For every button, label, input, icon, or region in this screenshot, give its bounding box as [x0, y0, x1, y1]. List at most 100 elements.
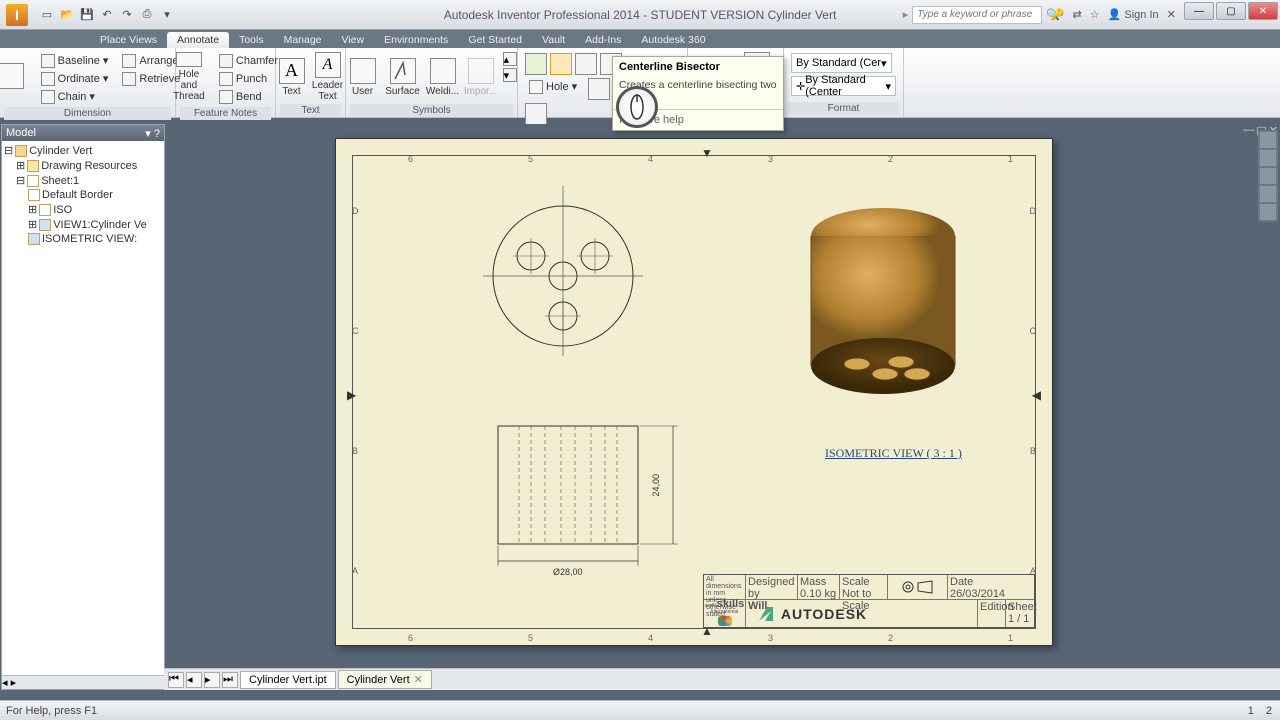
doc-tab-ipt[interactable]: Cylinder Vert.ipt — [240, 671, 336, 689]
drawing-canvas[interactable]: — ◱ ✕ 6 5 4 3 2 1 D C B A D C B A — [165, 124, 1280, 690]
baseline-button[interactable]: Baseline▾ — [37, 52, 113, 69]
tab-environments[interactable]: Environments — [374, 32, 458, 48]
tree-item-iso[interactable]: ⊞ISO — [4, 202, 162, 217]
surface-button[interactable]: Surface — [383, 50, 423, 104]
qat-redo-icon[interactable]: ↷ — [118, 6, 136, 24]
panel-close-icon[interactable]: ▾ ? — [145, 127, 160, 140]
chamfer-button[interactable]: Chamfer — [215, 52, 282, 69]
vp-minimize-icon[interactable]: — — [1243, 124, 1254, 137]
doc-tab-drawing[interactable]: Cylinder Vert ✕ — [338, 670, 432, 689]
ribbon-tabs: Place Views Annotate Tools Manage View E… — [0, 30, 1280, 48]
minimize-button[interactable]: — — [1184, 2, 1214, 20]
centerline-bisector-icon[interactable] — [550, 53, 572, 75]
close-button[interactable]: ✕ — [1248, 2, 1278, 20]
tree-item-isoview[interactable]: ISOMETRIC VIEW: — [4, 232, 162, 246]
sketch-tool-1-icon[interactable] — [588, 78, 610, 100]
x-icon[interactable]: ✕ — [1167, 8, 1176, 21]
leader-text-button[interactable]: ALeader Text — [310, 50, 346, 104]
group-label: Text — [280, 104, 341, 117]
qat-save-icon[interactable]: 💾 — [78, 6, 96, 24]
tree-item-root[interactable]: ⊟Cylinder Vert — [4, 143, 162, 158]
maximize-button[interactable]: ▢ — [1216, 2, 1246, 20]
punch-button[interactable]: Punch — [215, 70, 282, 87]
tab-nav-last-icon[interactable]: ⏭ — [222, 672, 238, 688]
hole-thread-button[interactable]: Hole and Thread — [167, 50, 211, 104]
center-arrow-left-icon: ▶ — [347, 388, 356, 402]
expand-down-icon[interactable]: ▾ — [503, 68, 517, 82]
ordinate-button[interactable]: Ordinate▾ — [37, 70, 113, 87]
tab-place-views[interactable]: Place Views — [90, 32, 167, 48]
qat-new-icon[interactable]: ▭ — [38, 6, 56, 24]
orbit-icon[interactable] — [1260, 186, 1276, 202]
ruler-mark: B — [1030, 446, 1036, 456]
ruler-mark: 1 — [1008, 633, 1013, 643]
model-header[interactable]: Model▾ ? — [2, 125, 164, 141]
user-symbol-button[interactable]: User — [345, 50, 381, 104]
ruler-mark: 2 — [888, 154, 893, 164]
sketch-tool-4-icon[interactable] — [525, 103, 547, 125]
part-icon — [15, 145, 27, 157]
tree-item-sheet[interactable]: ⊟Sheet:1 — [4, 173, 162, 188]
style-dropdown[interactable]: ✛ By Standard (Center▾ — [791, 76, 896, 96]
tab-get-started[interactable]: Get Started — [458, 32, 532, 48]
tb-dims: All dimensions in mm unless otherwise st… — [704, 575, 746, 599]
tb-edition: Edition — [978, 600, 1006, 627]
centered-pattern-icon[interactable] — [575, 53, 597, 75]
tab-tools[interactable]: Tools — [229, 32, 274, 48]
tab-vault[interactable]: Vault — [532, 32, 575, 48]
qat-print-icon[interactable]: ⎙ — [138, 6, 156, 24]
key-icon[interactable]: 🔑 — [1051, 8, 1065, 21]
tab-addins[interactable]: Add-Ins — [575, 32, 631, 48]
panel-scrollbar[interactable]: ◂ ▸ — [2, 675, 164, 689]
iso-icon — [39, 204, 51, 216]
tab-annotate[interactable]: Annotate — [167, 32, 229, 48]
tab-nav-prev-icon[interactable]: ◂ — [186, 672, 202, 688]
link-icon[interactable]: ⇄ — [1073, 8, 1082, 21]
tb-designed: Designed byWill — [746, 575, 798, 599]
pan-icon[interactable] — [1260, 150, 1276, 166]
signin-button[interactable]: 👤 Sign In — [1108, 8, 1159, 21]
tab-nav-first-icon[interactable]: ⏮ — [168, 672, 184, 688]
expand-up-icon[interactable]: ▴ — [503, 52, 517, 66]
model-tree[interactable]: ⊟Cylinder Vert ⊞Drawing Resources ⊟Sheet… — [2, 141, 164, 675]
zoom-icon[interactable] — [1260, 168, 1276, 184]
search-input[interactable] — [912, 6, 1042, 24]
arrange-icon — [122, 54, 136, 68]
qat-undo-icon[interactable]: ↶ — [98, 6, 116, 24]
tab-manage[interactable]: Manage — [274, 32, 332, 48]
tree-item-border[interactable]: Default Border — [4, 188, 162, 202]
group-symbols: User Surface Weldi... Impor... ▴▾ Symbol… — [346, 48, 518, 117]
viewcube-icon[interactable] — [1260, 132, 1276, 148]
chain-button[interactable]: Chain▾ — [37, 88, 113, 105]
leader-text-icon: A — [315, 52, 341, 78]
tb-sheet: Sheet1 / 1 — [1006, 600, 1034, 627]
import-button[interactable]: Impor... — [463, 50, 499, 104]
tab-nav-next-icon[interactable]: ▸ — [204, 672, 220, 688]
ruler-mark: A — [352, 566, 358, 576]
tab-close-icon[interactable]: ✕ — [414, 673, 423, 686]
ruler-mark: B — [352, 446, 358, 456]
ruler-mark: D — [352, 206, 359, 216]
qat-more-icon[interactable]: ▾ — [158, 6, 176, 24]
status-text: For Help, press F1 — [6, 705, 97, 717]
drawing-sheet[interactable]: 6 5 4 3 2 1 D C B A D C B A — [335, 138, 1053, 646]
hole-button[interactable]: Hole▾ — [525, 78, 585, 95]
ruler-mark: 3 — [768, 154, 773, 164]
bend-button[interactable]: Bend — [215, 88, 282, 105]
ruler-mark: 1 — [1008, 154, 1013, 164]
tree-item-resources[interactable]: ⊞Drawing Resources — [4, 158, 162, 173]
dimension-button[interactable] — [0, 50, 33, 104]
text-button[interactable]: AText — [276, 50, 308, 104]
layer-dropdown[interactable]: By Standard (Cer▾ — [791, 53, 892, 73]
home-icon[interactable] — [1260, 204, 1276, 220]
status-total: 2 — [1266, 705, 1272, 717]
star-icon[interactable]: ☆ — [1090, 8, 1100, 21]
tab-view[interactable]: View — [332, 32, 375, 48]
tab-autodesk360[interactable]: Autodesk 360 — [631, 32, 715, 48]
app-icon[interactable]: I — [6, 4, 28, 26]
qat-open-icon[interactable]: 📂 — [58, 6, 76, 24]
tree-item-view1[interactable]: ⊞VIEW1:Cylinder Ve — [4, 217, 162, 232]
center-mark-icon[interactable] — [525, 53, 547, 75]
welding-button[interactable]: Weldi... — [425, 50, 461, 104]
view-icon — [28, 233, 40, 245]
